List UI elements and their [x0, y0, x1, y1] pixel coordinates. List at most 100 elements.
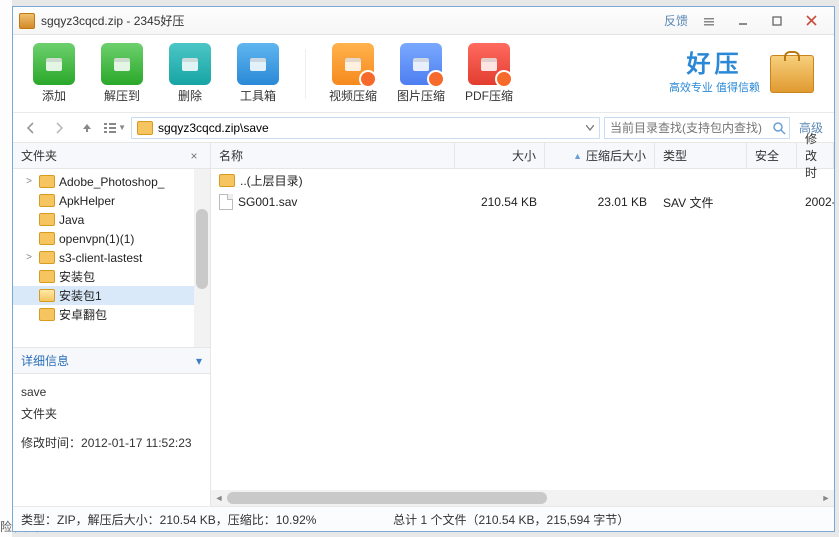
toolbar-label: 解压到 [104, 87, 140, 104]
tree-item[interactable]: 安卓翻包 [13, 305, 210, 324]
up-button[interactable] [75, 117, 99, 139]
view-mode-button[interactable]: ▼ [103, 117, 127, 139]
close-icon [806, 15, 817, 26]
folder-icon [39, 289, 55, 302]
brand-archive-icon [770, 55, 814, 93]
sidebar: 文件夹 × >Adobe_Photoshop_ApkHelperJavaopen… [13, 143, 211, 506]
toolbar-video-compress[interactable]: 视频压缩 [326, 43, 380, 104]
toolbox-icon [237, 43, 279, 85]
toolbar-add-archive[interactable]: 添加 [27, 43, 81, 104]
forward-button[interactable] [47, 117, 71, 139]
tree-label: openvpn(1)(1) [59, 232, 134, 246]
tree-item[interactable]: 安装包 [13, 267, 210, 286]
file-modified: 2002- [797, 195, 834, 209]
scrollbar-thumb[interactable] [196, 209, 208, 289]
file-icon [219, 194, 233, 210]
path-dropdown[interactable] [581, 125, 599, 131]
tree-item[interactable]: >Adobe_Photoshop_ [13, 172, 210, 191]
main-toolbar: 添加 解压到 删除 工具箱 视频压缩图片压缩 PDF压缩 好压 高效专业 值得信赖 [13, 35, 834, 113]
toolbar-toolbox[interactable]: 工具箱 [231, 43, 285, 104]
tree-scrollbar[interactable] [194, 169, 210, 347]
folder-icon [219, 174, 235, 187]
file-name: ..(上层目录) [240, 172, 303, 189]
titlebar[interactable]: sgqyz3cqcd.zip - 2345好压 反馈 [13, 7, 834, 35]
menu-icon [704, 16, 714, 26]
col-name[interactable]: 名称 [211, 143, 455, 168]
toolbar-label: 添加 [42, 87, 66, 104]
tree-twist-icon[interactable]: > [23, 176, 35, 187]
list-view-icon [104, 122, 116, 134]
toolbar-delete[interactable]: 删除 [163, 43, 217, 104]
extract-icon [101, 43, 143, 85]
details-panel-header[interactable]: 详细信息 ▾ [13, 348, 210, 374]
detail-name: save [21, 382, 202, 404]
folder-icon [39, 194, 55, 207]
back-button[interactable] [19, 117, 43, 139]
details-content: save 文件夹 修改时间：2012-01-17 11:52:23 [13, 374, 210, 506]
file-rows[interactable]: ..(上层目录)SG001.sav210.54 KB23.01 KBSAV 文件… [211, 169, 834, 490]
folder-icon [39, 270, 55, 283]
brand-area: 好压 高效专业 值得信赖 [669, 53, 820, 95]
col-type[interactable]: 类型 [655, 143, 747, 168]
arrow-left-icon [25, 122, 37, 134]
scroll-thumb[interactable] [227, 492, 547, 504]
col-safe[interactable]: 安全 [747, 143, 797, 168]
file-name: SG001.sav [238, 195, 297, 209]
pdf-compress-icon [468, 43, 510, 85]
chevron-down-icon: ▾ [196, 354, 202, 368]
col-modified[interactable]: 修改时 [797, 143, 834, 168]
file-size [455, 169, 545, 191]
tree-item[interactable]: 安装包1 [13, 286, 210, 305]
path-bar[interactable] [131, 117, 600, 139]
tree-twist-icon[interactable]: > [23, 252, 35, 263]
search-button[interactable] [770, 121, 789, 135]
file-row[interactable]: SG001.sav210.54 KB23.01 KBSAV 文件2002- [211, 191, 834, 213]
scroll-right-button[interactable]: ► [818, 490, 834, 506]
col-size[interactable]: 大小 [455, 143, 545, 168]
scroll-left-button[interactable]: ◄ [211, 490, 227, 506]
column-headers[interactable]: 名称 大小 ▲压缩后大小 类型 安全 修改时 [211, 143, 834, 169]
tree-label: 安装包 [59, 268, 95, 285]
tree-item[interactable]: ApkHelper [13, 191, 210, 210]
file-size: 210.54 KB [455, 191, 545, 213]
delete-icon [169, 43, 211, 85]
toolbar-separator [305, 49, 306, 99]
status-bar: 类型：ZIP，解压后大小：210.54 KB，压缩比：10.92% 总计 1 个… [13, 507, 834, 531]
toolbar-extract[interactable]: 解压到 [95, 43, 149, 104]
minimize-icon [738, 16, 748, 26]
scroll-track[interactable] [227, 490, 818, 506]
search-box[interactable] [604, 117, 790, 139]
app-window: sgqyz3cqcd.zip - 2345好压 反馈 添加 解压到 删除 工具箱 视频… [12, 6, 835, 532]
file-row[interactable]: ..(上层目录) [211, 169, 834, 191]
settings-dropdown[interactable] [692, 10, 726, 32]
brand-slogan: 高效专业 值得信赖 [669, 79, 760, 95]
col-compressed[interactable]: ▲压缩后大小 [545, 143, 655, 168]
folder-icon [39, 232, 55, 245]
toolbar-pdf-compress[interactable]: PDF压缩 [462, 43, 516, 104]
search-icon [772, 121, 786, 135]
folder-icon [39, 308, 55, 321]
image-compress-icon [400, 43, 442, 85]
tree-label: 安装包1 [59, 287, 102, 304]
feedback-link[interactable]: 反馈 [664, 12, 688, 29]
tree-item[interactable]: Java [13, 210, 210, 229]
folder-icon [39, 175, 55, 188]
toolbar-label: 删除 [178, 87, 202, 104]
path-input[interactable] [158, 118, 581, 138]
file-compressed: 23.01 KB [545, 191, 655, 213]
maximize-icon [772, 16, 782, 26]
close-button[interactable] [794, 10, 828, 32]
folder-tree[interactable]: >Adobe_Photoshop_ApkHelperJava openvpn(1)… [13, 169, 210, 347]
tree-item[interactable]: >s3-client-lastest [13, 248, 210, 267]
maximize-button[interactable] [760, 10, 794, 32]
navigation-bar: ▼ 高级 [13, 113, 834, 143]
search-input[interactable] [605, 118, 770, 138]
folder-icon [39, 213, 55, 226]
folder-icon [137, 121, 153, 135]
horizontal-scrollbar[interactable]: ◄ ► [211, 490, 834, 506]
toolbar-image-compress[interactable]: 图片压缩 [394, 43, 448, 104]
tree-item[interactable]: openvpn(1)(1) [13, 229, 210, 248]
folders-close-button[interactable]: × [186, 149, 202, 163]
toolbar-label: 图片压缩 [397, 87, 445, 104]
minimize-button[interactable] [726, 10, 760, 32]
